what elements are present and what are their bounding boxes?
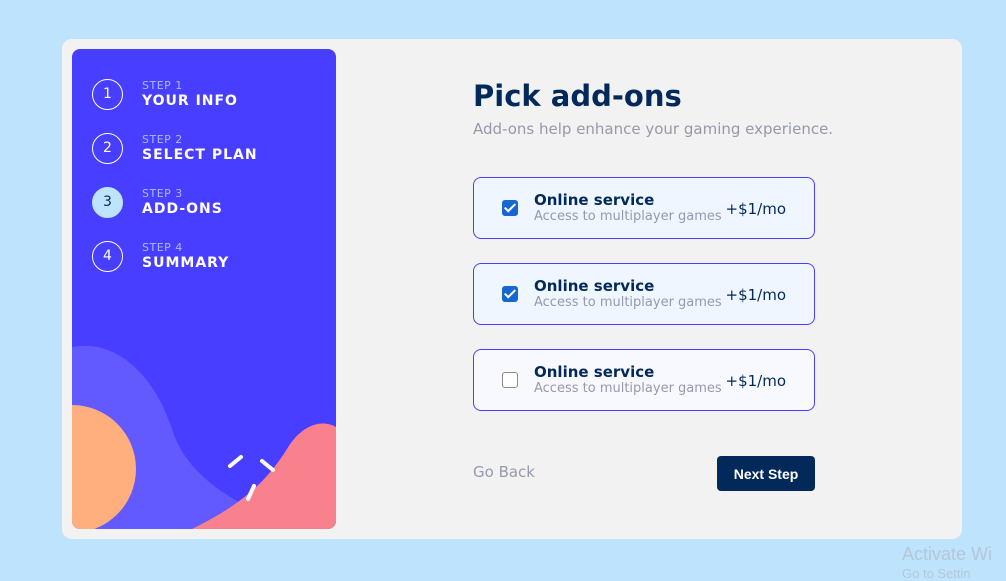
next-step-button[interactable]: Next Step — [717, 456, 815, 491]
step-number-circle: 3 — [92, 187, 123, 218]
sidebar-step-4[interactable]: 4 STEP 4 SUMMARY — [92, 241, 322, 275]
activate-windows-watermark: Activate Wi — [902, 544, 993, 564]
addon-option-1[interactable]: Online service Access to multiplayer gam… — [473, 177, 815, 239]
addon-price: +$1/mo — [725, 372, 787, 390]
form-card: 1 STEP 1 YOUR INFO 2 STEP 2 SELECT PLAN … — [62, 39, 962, 539]
sidebar: 1 STEP 1 YOUR INFO 2 STEP 2 SELECT PLAN … — [72, 49, 336, 529]
addon-checkbox[interactable] — [502, 286, 518, 302]
addon-description: Access to multiplayer games — [534, 381, 722, 396]
addon-checkbox[interactable] — [502, 372, 518, 388]
step-label: STEP 4 — [142, 241, 183, 254]
addon-option-3[interactable]: Online service Access to multiplayer gam… — [473, 349, 815, 411]
page-title: Pick add-ons — [473, 79, 682, 113]
sidebar-background-illustration — [72, 345, 336, 529]
addon-name: Online service — [534, 277, 655, 295]
sidebar-step-1[interactable]: 1 STEP 1 YOUR INFO — [92, 79, 322, 113]
step-title: SUMMARY — [142, 255, 230, 271]
step-title: SELECT PLAN — [142, 147, 258, 163]
addon-description: Access to multiplayer games — [534, 295, 722, 310]
go-back-link[interactable]: Go Back — [473, 463, 535, 481]
sidebar-step-3[interactable]: 3 STEP 3 ADD-ONS — [92, 187, 322, 221]
addon-name: Online service — [534, 363, 655, 381]
main-content: Pick add-ons Add-ons help enhance your g… — [473, 39, 873, 539]
addon-price: +$1/mo — [725, 200, 787, 218]
addon-description: Access to multiplayer games — [534, 209, 722, 224]
step-title: YOUR INFO — [142, 93, 238, 109]
addon-name: Online service — [534, 191, 655, 209]
step-label: STEP 1 — [142, 79, 183, 92]
step-label: STEP 2 — [142, 133, 183, 146]
sidebar-step-2[interactable]: 2 STEP 2 SELECT PLAN — [92, 133, 322, 167]
step-number-circle: 2 — [92, 133, 123, 164]
step-number-circle: 1 — [92, 79, 123, 110]
step-number-circle: 4 — [92, 241, 123, 272]
step-title: ADD-ONS — [142, 201, 223, 217]
step-label: STEP 3 — [142, 187, 183, 200]
activate-windows-watermark-subtext: Go to Settin — [902, 566, 971, 581]
page-subtitle: Add-ons help enhance your gaming experie… — [473, 120, 834, 138]
addon-option-2[interactable]: Online service Access to multiplayer gam… — [473, 263, 815, 325]
addon-checkbox[interactable] — [502, 200, 518, 216]
addon-price: +$1/mo — [725, 286, 787, 304]
